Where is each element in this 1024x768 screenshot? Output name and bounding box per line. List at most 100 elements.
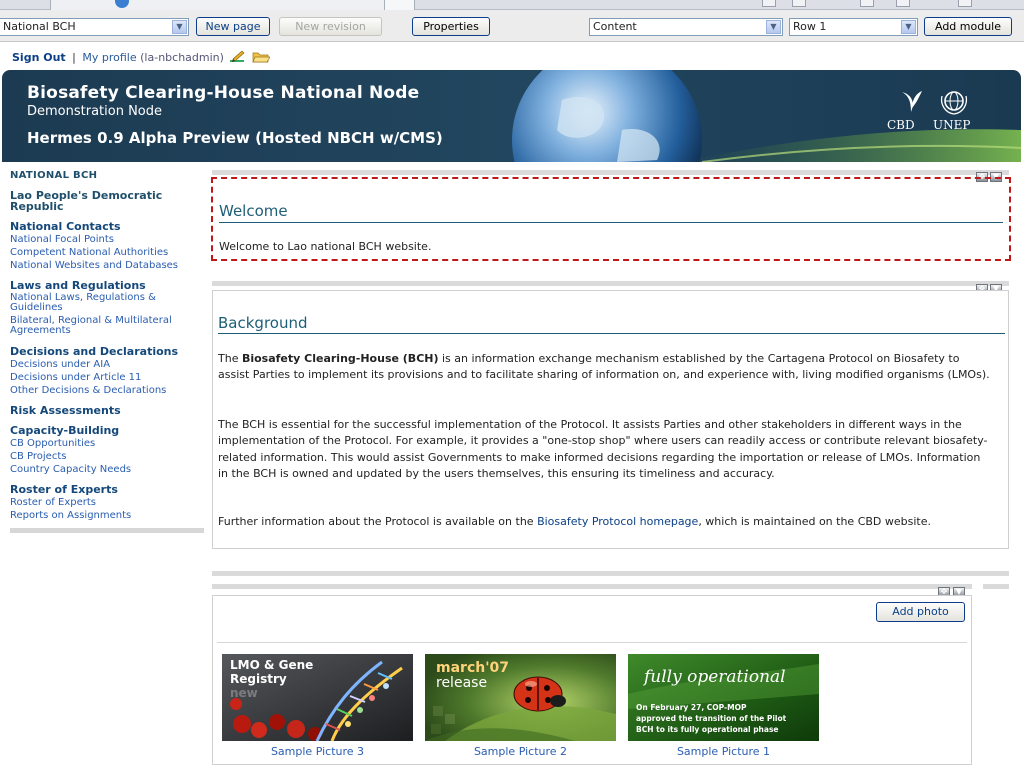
cbd-logo-text: CBD bbox=[887, 118, 915, 132]
module-drag-bar[interactable] bbox=[212, 170, 1009, 175]
sidebar-link[interactable]: National Focal Points bbox=[10, 233, 206, 246]
banner-subtitle: Demonstration Node bbox=[27, 104, 163, 119]
site-select-value: National BCH bbox=[3, 20, 76, 33]
sidebar-link[interactable]: Roster of Experts bbox=[10, 496, 206, 509]
sign-out-link[interactable]: Sign Out bbox=[12, 51, 66, 64]
sidebar-link[interactable]: CB Projects bbox=[10, 450, 206, 463]
chevron-down-icon[interactable]: ▼ bbox=[901, 20, 916, 34]
home-icon[interactable] bbox=[762, 0, 776, 7]
paragraph-text: , which is maintained on the CBD website… bbox=[698, 515, 931, 528]
sidebar-country[interactable]: Lao People's Democratic Republic bbox=[10, 190, 206, 212]
thumb-text: new bbox=[230, 686, 258, 700]
browser-tab[interactable] bbox=[50, 0, 385, 10]
unep-logo-text: UNEP bbox=[933, 118, 971, 132]
sidebar-link[interactable]: Country Capacity Needs bbox=[10, 463, 206, 476]
add-module-button[interactable]: Add module bbox=[924, 17, 1012, 36]
sidebar-link[interactable]: Decisions under AIA bbox=[10, 358, 206, 371]
sidebar-group-decisions: Decisions and Declarations Decisions und… bbox=[10, 345, 206, 397]
browser-tab-strip bbox=[0, 0, 1024, 10]
bch-term: Biosafety Clearing-House (BCH) bbox=[241, 352, 439, 365]
photo-thumbnail[interactable]: LMO & Gene Registry new bbox=[222, 654, 413, 741]
sidebar-link[interactable]: Decisions under Article 11 bbox=[10, 371, 206, 384]
sidebar-link[interactable]: National Laws, Regulations & Guidelines bbox=[10, 292, 170, 315]
thumb-text: release bbox=[436, 675, 487, 691]
thumb-text: Registry bbox=[230, 672, 287, 686]
unep-globe-icon bbox=[940, 91, 968, 115]
sidebar-section-title[interactable]: Roster of Experts bbox=[10, 483, 206, 496]
site-select[interactable]: National BCH ▼ bbox=[0, 18, 189, 36]
sidebar-link[interactable]: National Websites and Databases bbox=[10, 259, 206, 272]
page-menu-icon[interactable] bbox=[896, 0, 910, 7]
sidebar-link[interactable]: Other Decisions & Declarations bbox=[10, 384, 206, 397]
background-paragraph-3: Further information about the Protocol i… bbox=[218, 514, 993, 530]
row-select[interactable]: Row 1 ▼ bbox=[789, 18, 918, 36]
properties-button[interactable]: Properties bbox=[412, 17, 490, 36]
module-drag-bar[interactable] bbox=[212, 584, 972, 589]
welcome-module[interactable]: Welcome Welcome to Lao national BCH webs… bbox=[211, 177, 1011, 261]
sidebar-link[interactable]: Reports on Assignments bbox=[10, 509, 206, 522]
open-folder-icon[interactable] bbox=[252, 50, 270, 63]
my-profile-link[interactable]: My profile bbox=[82, 51, 136, 64]
sidebar-group-national-contacts: National Contacts National Focal Points … bbox=[10, 220, 206, 272]
username-label: (la-nbchadmin) bbox=[140, 51, 224, 64]
sidebar-section-title[interactable]: Capacity-Building bbox=[10, 424, 206, 437]
module-drag-bar[interactable] bbox=[212, 571, 1009, 576]
module-drag-bar[interactable] bbox=[212, 281, 1009, 286]
heading-rule bbox=[218, 333, 1005, 334]
sidebar-divider bbox=[10, 528, 204, 533]
photo-thumbnail[interactable]: march'07 release bbox=[425, 654, 616, 741]
content-select-value: Content bbox=[593, 20, 637, 33]
paragraph-text: The bbox=[218, 352, 242, 365]
thumb-text: On February 27, COP-MOP bbox=[636, 703, 747, 712]
lmo-registry-image: LMO & Gene Registry new bbox=[222, 654, 413, 741]
banner-title: Biosafety Clearing-House National Node bbox=[27, 83, 420, 103]
chevron-down-icon[interactable]: ▼ bbox=[766, 20, 781, 34]
new-tab-button[interactable] bbox=[385, 0, 415, 10]
thumb-text: march'07 bbox=[436, 660, 509, 676]
sidebar-group-risk: Risk Assessments bbox=[10, 404, 206, 417]
print-icon[interactable] bbox=[860, 0, 874, 7]
sidebar-link[interactable]: Competent National Authorities bbox=[10, 246, 206, 259]
photo-caption[interactable]: Sample Picture 1 bbox=[628, 745, 819, 758]
photo-caption[interactable]: Sample Picture 2 bbox=[425, 745, 616, 758]
edit-icon[interactable] bbox=[230, 50, 246, 63]
thumb-text: LMO & Gene bbox=[230, 658, 313, 672]
sidebar-section-title[interactable]: National Contacts bbox=[10, 220, 206, 233]
sidebar-group-capacity: Capacity-Building CB Opportunities CB Pr… bbox=[10, 424, 206, 476]
sidebar-heading[interactable]: NATIONAL BCH bbox=[10, 170, 206, 181]
sidebar-link[interactable]: Bilateral, Regional & Multilateral Agree… bbox=[10, 315, 182, 338]
sidebar-group-laws: Laws and Regulations National Laws, Regu… bbox=[10, 279, 206, 338]
sidebar-section-title[interactable]: Risk Assessments bbox=[10, 404, 206, 417]
banner-edition: Hermes 0.9 Alpha Preview (Hosted NBCH w/… bbox=[27, 129, 443, 147]
add-photo-button[interactable]: Add photo bbox=[876, 602, 965, 622]
background-paragraph-2: The BCH is essential for the successful … bbox=[218, 418, 988, 480]
sidebar-group-roster: Roster of Experts Roster of Experts Repo… bbox=[10, 483, 206, 522]
background-heading: Background bbox=[218, 314, 308, 332]
background-paragraph-1: The Biosafety Clearing-House (BCH) is an… bbox=[218, 351, 993, 384]
fully-operational-image: fully operational On February 27, COP-MO… bbox=[628, 654, 819, 741]
photo-caption[interactable]: Sample Picture 3 bbox=[222, 745, 413, 758]
partner-logos: CBD UNEP bbox=[887, 88, 997, 134]
thumb-text: approved the transition of the Pilot bbox=[636, 714, 787, 723]
user-bar: Sign Out | My profile (la-nbchadmin) bbox=[12, 50, 270, 68]
new-page-button[interactable]: New page bbox=[196, 17, 270, 36]
sidebar-link[interactable]: CB Opportunities bbox=[10, 437, 206, 450]
paragraph-text: Further information about the Protocol i… bbox=[218, 515, 538, 528]
tools-menu-icon[interactable] bbox=[958, 0, 972, 7]
browser-tab-icon bbox=[115, 0, 129, 8]
module-drag-bar-end bbox=[983, 584, 1009, 589]
new-revision-button[interactable]: New revision bbox=[279, 17, 382, 36]
welcome-heading: Welcome bbox=[219, 202, 288, 220]
content-select[interactable]: Content ▼ bbox=[589, 18, 783, 36]
protocol-homepage-link[interactable]: Biosafety Protocol homepage bbox=[537, 515, 698, 528]
user-bar-separator: | bbox=[72, 51, 76, 64]
chevron-down-icon[interactable]: ▼ bbox=[172, 20, 187, 34]
sidebar-section-title[interactable]: Laws and Regulations bbox=[10, 279, 206, 292]
march-release-image: march'07 release bbox=[425, 654, 616, 741]
row-select-value: Row 1 bbox=[793, 20, 827, 33]
cms-toolbar: National BCH ▼ New page New revision Pro… bbox=[0, 10, 1024, 42]
background-module: Background The Biosafety Clearing-House … bbox=[212, 290, 1009, 549]
feeds-icon[interactable] bbox=[792, 0, 806, 7]
photo-thumbnail[interactable]: fully operational On February 27, COP-MO… bbox=[628, 654, 819, 741]
sidebar-section-title[interactable]: Decisions and Declarations bbox=[10, 345, 206, 358]
